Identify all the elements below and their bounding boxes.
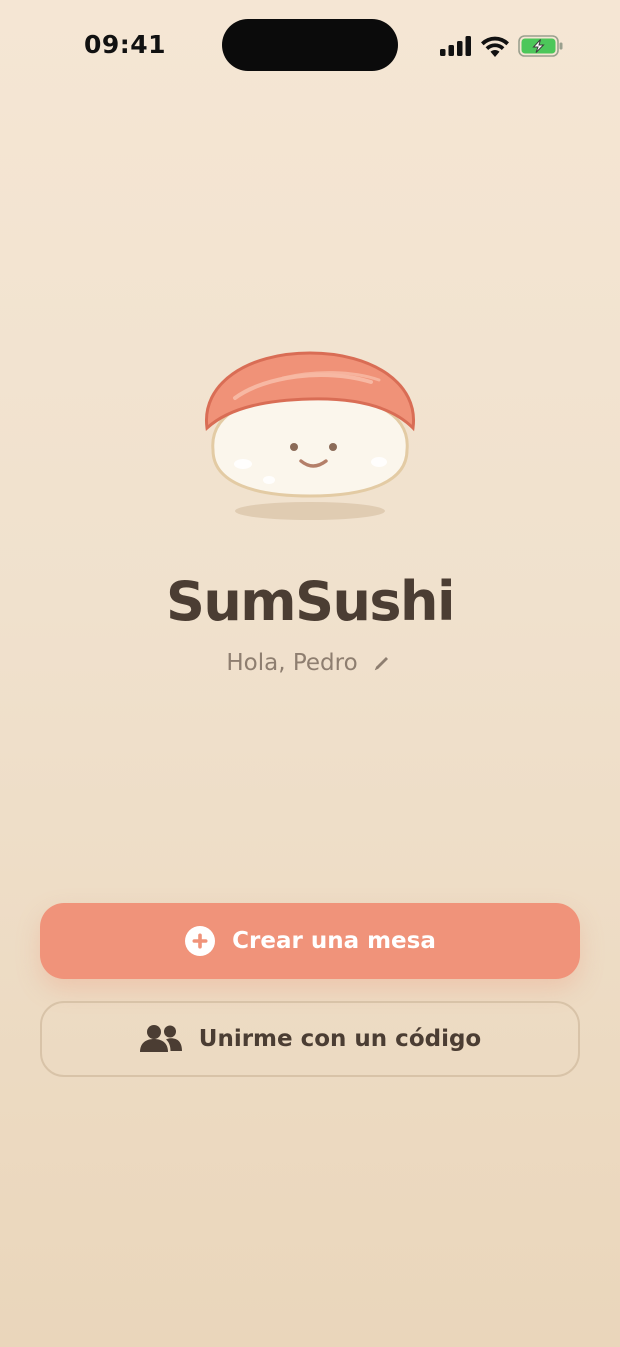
status-icons — [440, 34, 564, 58]
status-bar: 09:41 — [0, 0, 620, 92]
greeting: Hola, Pedro — [0, 650, 620, 676]
create-table-button[interactable]: Crear una mesa — [40, 903, 580, 979]
status-time: 09:41 — [84, 30, 167, 59]
battery-charging-icon — [518, 35, 564, 57]
plus-circle-icon — [184, 925, 216, 957]
app-title: SumSushi — [165, 570, 456, 633]
people-icon — [139, 1024, 183, 1054]
sushi-mascot — [195, 342, 425, 532]
create-table-label: Crear una mesa — [232, 928, 436, 954]
greeting-text: Hola, Pedro — [226, 650, 358, 676]
dynamic-island — [222, 19, 398, 71]
join-with-code-button[interactable]: Unirme con un código — [40, 1001, 580, 1077]
wifi-icon — [481, 36, 509, 57]
pencil-icon[interactable] — [370, 651, 394, 675]
join-with-code-label: Unirme con un código — [198, 1026, 482, 1052]
cellular-signal-icon — [440, 36, 472, 56]
